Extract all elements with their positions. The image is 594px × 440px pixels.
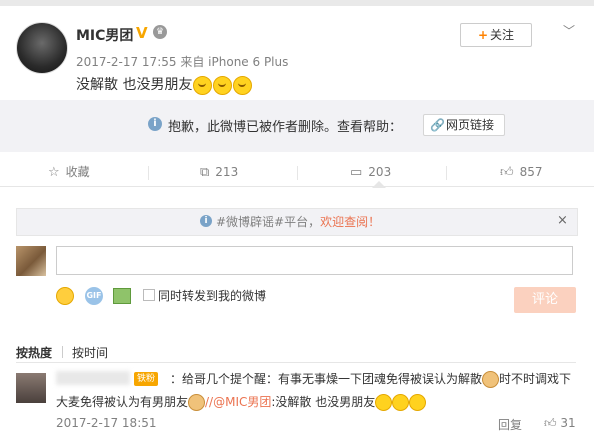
sweat-smile-emoji-icon <box>375 394 393 411</box>
reply-button[interactable]: 回复 <box>498 416 522 433</box>
comment-text-part1b: 时不时调戏下 <box>499 372 572 386</box>
my-avatar <box>16 246 46 276</box>
action-divider <box>148 166 149 180</box>
verified-badge-icon: V <box>136 24 148 42</box>
repost-action[interactable]: ⧉ 213 <box>200 158 238 186</box>
favorite-label: 收藏 <box>65 165 90 179</box>
comment-like-button[interactable]: 👍︎ 31 <box>544 416 576 431</box>
plus-icon: + <box>477 28 489 42</box>
post-time[interactable]: 2017-2-17 17:55 <box>76 55 177 69</box>
post-source: iPhone 6 Plus <box>208 55 289 69</box>
like-count: 857 <box>519 165 543 179</box>
info-icon: i <box>200 215 212 227</box>
follow-label: 关注 <box>490 28 515 42</box>
fan-badge: 铁粉 <box>134 372 159 386</box>
deleted-notice-text: 抱歉，此微博已被作者删除。查看帮助： <box>168 120 403 135</box>
vip-crown-icon: ♛ <box>153 25 167 39</box>
action-divider <box>297 166 298 180</box>
comment-text-part1: ：给哥几个提个醒：有事无事燥一下团魂免得被误认为解散 <box>170 372 483 386</box>
commenter-avatar[interactable] <box>16 373 46 403</box>
comment-like-count: 31 <box>560 416 576 430</box>
close-icon[interactable]: × <box>557 213 568 228</box>
post-text: 没解散 也没男朋友 <box>76 74 253 95</box>
comment-text-line2: 大麦免得被认为有男朋友 //@MIC男团:没解散 也没男朋友 <box>56 393 427 411</box>
web-link-label: 网页链接 <box>446 118 495 132</box>
link-icon: 🔗 <box>430 118 445 132</box>
sort-divider-line <box>16 362 576 363</box>
thumbs-up-icon: 👍︎ <box>500 165 514 180</box>
sweat-smile-emoji-icon <box>193 75 213 95</box>
submit-comment-button[interactable]: 评论 <box>514 287 576 313</box>
sort-by-time-tab[interactable]: 按时间 <box>72 344 108 361</box>
sweat-smile-emoji-icon <box>409 394 427 411</box>
sort-divider <box>62 346 63 358</box>
sweat-smile-emoji-icon <box>213 75 233 95</box>
post-menu-caret-icon[interactable]: ﹀ <box>563 22 575 39</box>
rumor-prefix[interactable]: #微博辟谣#平台， <box>216 215 320 229</box>
sweat-smile-emoji-icon <box>392 394 410 411</box>
repost-checkbox-label[interactable]: 同时转发到我的微博 <box>158 287 266 304</box>
comment-text-line1: ：给哥几个提个醒：有事无事燥一下团魂免得被误认为解散 时不时调戏下 <box>170 370 571 388</box>
action-bar: ☆ 收藏 ⧉ 213 ▭ 203 👍︎ 857 <box>0 158 594 187</box>
repost-icon: ⧉ <box>200 165 210 180</box>
web-link-button[interactable]: 🔗网页链接 <box>423 114 505 136</box>
comment-time: 2017-2-17 18:51 <box>56 416 157 430</box>
follow-button[interactable]: + 关注 <box>460 23 532 47</box>
mention-link[interactable]: //@MIC男团 <box>205 395 271 409</box>
repost-count: 213 <box>215 165 239 179</box>
comment-icon: ▭ <box>350 165 363 180</box>
sweat-smile-emoji-icon <box>233 75 253 95</box>
post-meta: 2017-2-17 17:55 来自 iPhone 6 Plus <box>76 53 288 70</box>
sort-by-hot-tab[interactable]: 按热度 <box>16 344 52 361</box>
comment-text-part2a: 大麦免得被认为有男朋友 <box>56 395 189 409</box>
doge-emoji-icon <box>482 371 500 388</box>
doge-emoji-icon <box>188 394 206 411</box>
like-action[interactable]: 👍︎ 857 <box>500 158 543 186</box>
repost-checkbox[interactable] <box>143 289 155 301</box>
emoji-picker-icon[interactable] <box>56 287 74 305</box>
info-icon: i <box>148 117 162 131</box>
star-icon: ☆ <box>48 165 60 180</box>
comment-input[interactable] <box>56 246 573 275</box>
commenter-name-blurred[interactable] <box>56 371 130 385</box>
user-avatar[interactable] <box>16 22 68 74</box>
post-text-content: 没解散 也没男朋友 <box>76 77 193 93</box>
thumbs-up-icon: 👍︎ <box>544 416 561 430</box>
comment-caret-pointer <box>372 181 386 188</box>
post-username[interactable]: MIC男团 <box>76 25 133 45</box>
action-divider <box>446 166 447 180</box>
rumor-notice-text: #微博辟谣#平台，欢迎查阅！ <box>216 213 380 230</box>
rumor-link[interactable]: 欢迎查阅！ <box>320 215 380 229</box>
favorite-action[interactable]: ☆ 收藏 <box>48 158 90 186</box>
image-upload-icon[interactable] <box>113 288 131 304</box>
source-prefix: 来自 <box>180 55 205 69</box>
comment-count: 203 <box>368 165 392 179</box>
gif-icon[interactable]: GIF <box>85 287 103 305</box>
comment-text-part2b: :没解散 也没男朋友 <box>271 395 376 409</box>
